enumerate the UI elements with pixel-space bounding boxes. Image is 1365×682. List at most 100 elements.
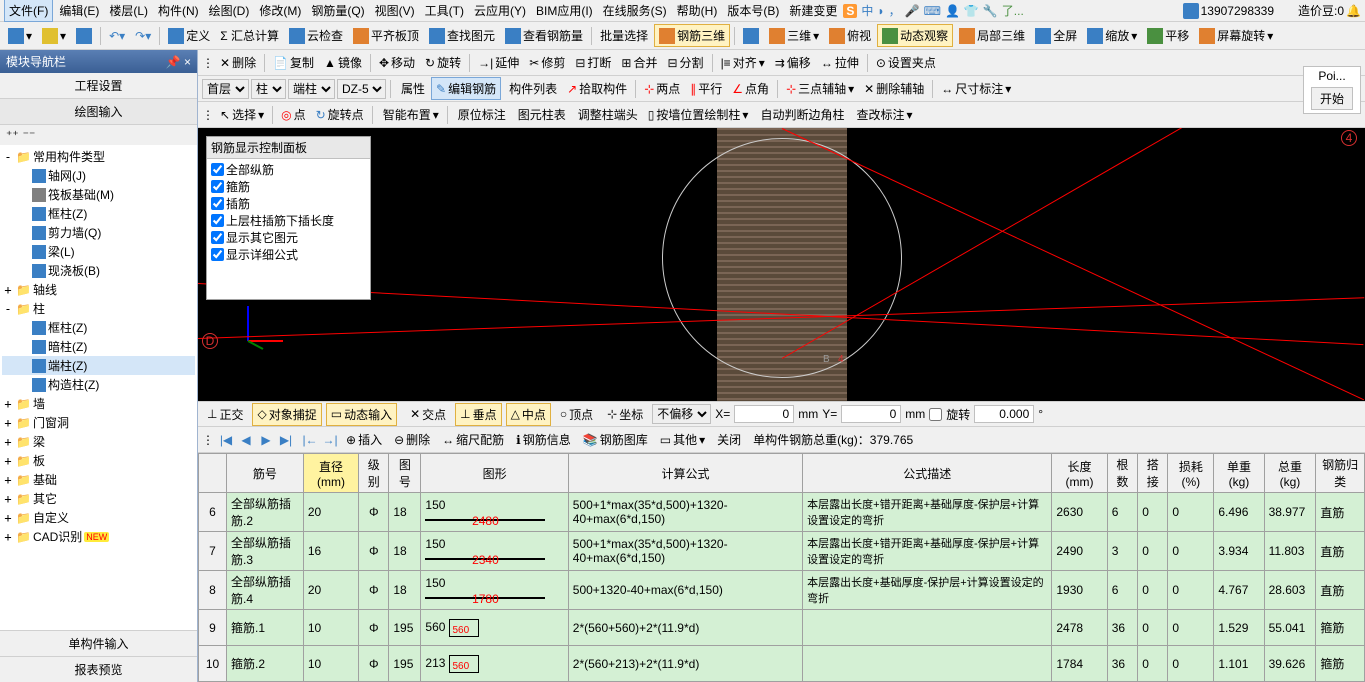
- cell-length[interactable]: 2478: [1052, 610, 1107, 646]
- cell-fig[interactable]: 18: [389, 493, 421, 532]
- column-header[interactable]: 公式描述: [803, 454, 1052, 493]
- tree-item[interactable]: 框柱(Z): [2, 318, 195, 337]
- cell-name[interactable]: 箍筋.2: [227, 646, 304, 682]
- extend-button[interactable]: →| 延伸: [474, 52, 523, 73]
- rebar-display-panel[interactable]: 钢筋显示控制面板 全部纵筋箍筋插筋上层柱插筋下插长度显示其它图元显示详细公式: [206, 136, 371, 300]
- 3d-viewport[interactable]: 钢筋显示控制面板 全部纵筋箍筋插筋上层柱插筋下插长度显示其它图元显示详细公式 D…: [198, 128, 1365, 401]
- cell-grade[interactable]: Φ: [359, 493, 389, 532]
- menu-rebar[interactable]: 钢筋量(Q): [307, 0, 368, 21]
- two-point-button[interactable]: ⊹ 两点: [640, 78, 684, 99]
- props-button[interactable]: 属性: [395, 78, 429, 99]
- table-row[interactable]: 10箍筋.210Φ1952135602*(560+213)+2*(11.9*d)…: [199, 646, 1365, 682]
- menu-online[interactable]: 在线服务(S): [599, 0, 671, 21]
- rotate-pt-button[interactable]: ↻ 旋转点: [312, 104, 368, 125]
- cell-fig[interactable]: 18: [389, 532, 421, 571]
- cell-fig[interactable]: 195: [389, 610, 421, 646]
- angle-button[interactable]: ∠ 点角: [728, 78, 773, 99]
- tree-item[interactable]: +📁板: [2, 451, 195, 470]
- table-row[interactable]: 8全部纵筋插筋.420Φ181501780500+1320-40+max(6*d…: [199, 571, 1365, 610]
- tree-expander[interactable]: +: [2, 454, 14, 468]
- display-option[interactable]: 显示其它图元: [211, 229, 366, 246]
- draw-by-wall-button[interactable]: ▯ 按墙位置绘制柱▾: [644, 104, 753, 125]
- draw-grip-icon[interactable]: ⋮: [202, 108, 214, 122]
- tree-item[interactable]: +📁轴线: [2, 280, 195, 299]
- copy-button[interactable]: 📄 复制: [269, 52, 318, 73]
- moon-icon[interactable]: ◗: [877, 4, 884, 18]
- cell-grade[interactable]: Φ: [359, 532, 389, 571]
- column-header[interactable]: 图形: [421, 454, 568, 493]
- move-button[interactable]: ✥ 移动: [375, 52, 419, 73]
- display-option[interactable]: 插筋: [211, 195, 366, 212]
- delete-button[interactable]: ✕ 删除: [216, 52, 260, 73]
- split-button[interactable]: ⊟ 分割: [663, 52, 707, 73]
- cell-unit-weight[interactable]: 1.529: [1214, 610, 1264, 646]
- tab-draw-input[interactable]: 绘图输入: [0, 99, 197, 125]
- tab-single-input[interactable]: 单构件输入: [0, 630, 197, 656]
- parallel-button[interactable]: ∥ 平行: [686, 78, 726, 99]
- cell-unit-weight[interactable]: 1.101: [1214, 646, 1264, 682]
- to-start-button[interactable]: |←: [302, 432, 318, 448]
- cell-desc[interactable]: [803, 646, 1052, 682]
- tree-item[interactable]: 框柱(Z): [2, 204, 195, 223]
- tree-item[interactable]: +📁其它: [2, 489, 195, 508]
- fullscreen-button[interactable]: 全屏: [1031, 25, 1081, 46]
- table-row[interactable]: 6全部纵筋插筋.220Φ181502480500+1*max(35*d,500)…: [199, 493, 1365, 532]
- cell-lap[interactable]: 0: [1138, 571, 1168, 610]
- three-pt-axis-button[interactable]: ⊹ 三点辅轴▾: [782, 78, 858, 99]
- tree-expander[interactable]: +: [2, 416, 14, 430]
- cell-formula[interactable]: 2*(560+213)+2*(11.9*d): [568, 646, 802, 682]
- cell-diameter[interactable]: 20: [303, 493, 358, 532]
- tree-item[interactable]: 端柱(Z): [2, 356, 195, 375]
- cell-total-weight[interactable]: 38.977: [1264, 493, 1316, 532]
- elem-list-button[interactable]: 构件列表: [503, 78, 561, 99]
- smart-layout-button[interactable]: 智能布置▾: [377, 104, 443, 125]
- batch-select-button[interactable]: 批量选择: [596, 25, 652, 46]
- comma-icon[interactable]: ，: [889, 2, 901, 19]
- find-elem-button[interactable]: 查找图元: [425, 25, 499, 46]
- cell-shape[interactable]: 1501780: [421, 571, 568, 610]
- tree-item[interactable]: +📁基础: [2, 470, 195, 489]
- collapse-all-icon[interactable]: ⁻⁻: [23, 128, 36, 142]
- column-header[interactable]: 钢筋归类: [1316, 454, 1365, 493]
- rebar-table-wrap[interactable]: 筋号直径(mm)级别图号图形计算公式公式描述长度(mm)根数搭接损耗(%)单重(…: [198, 453, 1365, 682]
- tab-project-settings[interactable]: 工程设置: [0, 73, 197, 99]
- mirror-button[interactable]: ▲ 镜像: [320, 52, 366, 73]
- cell-count[interactable]: 3: [1107, 532, 1138, 571]
- menu-bim[interactable]: BIM应用(I): [532, 0, 597, 21]
- category-select[interactable]: 柱: [251, 79, 286, 99]
- delete-row-button[interactable]: ⊖ 删除: [390, 429, 434, 450]
- tree-expander[interactable]: -: [2, 302, 14, 316]
- table-row[interactable]: 9箍筋.110Φ1955605602*(560+560)+2*(11.9*d)2…: [199, 610, 1365, 646]
- ortho-toggle[interactable]: ⊥ 正交: [202, 403, 248, 426]
- cell-diameter[interactable]: 20: [303, 571, 358, 610]
- cell-grade[interactable]: Φ: [359, 646, 389, 682]
- elem-table-button[interactable]: 图元柱表: [512, 104, 570, 125]
- cell-total-weight[interactable]: 11.803: [1264, 532, 1316, 571]
- x-input[interactable]: [734, 405, 794, 423]
- close-table-button[interactable]: 关闭: [713, 429, 745, 450]
- tree-expander[interactable]: +: [2, 397, 14, 411]
- cell-name[interactable]: 箍筋.1: [227, 610, 304, 646]
- cell-unit-weight[interactable]: 6.496: [1214, 493, 1264, 532]
- cell-name[interactable]: 全部纵筋插筋.4: [227, 571, 304, 610]
- cell-fig[interactable]: 18: [389, 571, 421, 610]
- cell-total-weight[interactable]: 39.626: [1264, 646, 1316, 682]
- cell-fig[interactable]: 195: [389, 646, 421, 682]
- cell-loss[interactable]: 0: [1168, 532, 1214, 571]
- tree-expander[interactable]: +: [2, 492, 14, 506]
- tree-item[interactable]: 筏板基础(M): [2, 185, 195, 204]
- code-select[interactable]: DZ-5: [337, 79, 386, 99]
- cell-desc[interactable]: 本层露出长度+基础厚度-保护层+计算设置设定的弯折: [803, 571, 1052, 610]
- column-header[interactable]: 搭接: [1138, 454, 1168, 493]
- cell-count[interactable]: 36: [1107, 646, 1138, 682]
- adjust-end-button[interactable]: 调整柱端头: [572, 104, 642, 125]
- screen-rotate-button[interactable]: 屏幕旋转▾: [1195, 25, 1277, 46]
- display-option[interactable]: 全部纵筋: [211, 161, 366, 178]
- ime-lang[interactable]: 中: [861, 2, 873, 19]
- cell-shape[interactable]: 213560: [421, 646, 568, 682]
- person-icon[interactable]: 👤: [945, 4, 960, 18]
- user-id[interactable]: 13907298339: [1201, 4, 1274, 18]
- tree-item[interactable]: 剪力墙(Q): [2, 223, 195, 242]
- bell-icon[interactable]: 🔔: [1346, 4, 1361, 18]
- cell-total-weight[interactable]: 28.603: [1264, 571, 1316, 610]
